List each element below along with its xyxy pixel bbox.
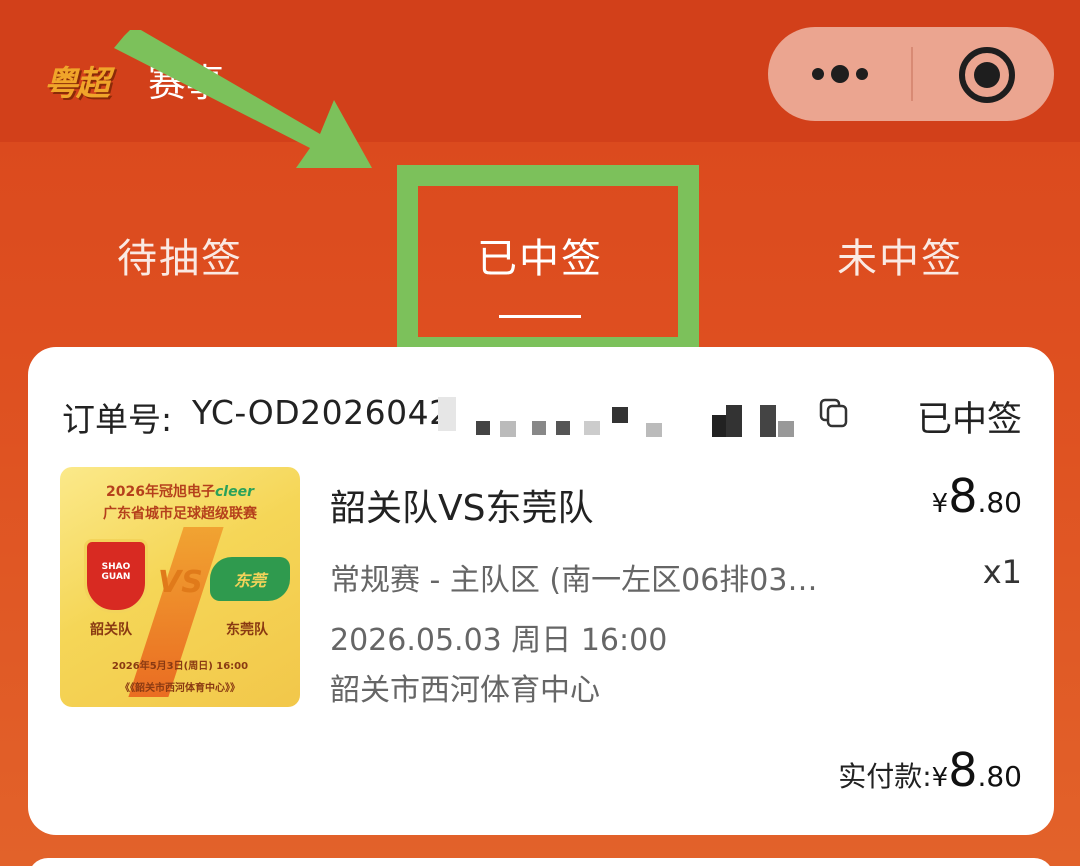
away-team-badge-text: 东莞 — [234, 571, 267, 590]
paid-amount: 实付款:¥8.80 — [728, 743, 1022, 797]
match-poster[interactable]: 2026年冠旭电子cleer 广东省城市足球超级联赛 SHAO GUAN VS … — [60, 467, 300, 707]
poster-title-line2: 广东省城市足球超级联赛 — [103, 506, 257, 522]
poster-brand: cleer — [214, 484, 254, 500]
match-venue: 韶关市西河体育中心 — [330, 673, 600, 708]
order-status: 已中签 — [916, 400, 1022, 440]
next-order-card[interactable] — [28, 858, 1054, 866]
tab-not-won[interactable]: 未中签 — [800, 226, 1000, 282]
paid-currency: ¥ — [931, 763, 949, 793]
home-team-badge: SHAO GUAN — [84, 539, 148, 613]
price-currency: ¥ — [931, 489, 949, 519]
ticket-price: ¥8.80 — [888, 469, 1022, 523]
ticket-quantity: x1 — [982, 553, 1022, 591]
arrow-shape — [114, 30, 372, 168]
poster-home-team: 韶关队 — [90, 622, 132, 638]
league-logo: 粤超 — [44, 64, 110, 104]
price-decimal: .80 — [977, 486, 1022, 519]
tab-pending-draw[interactable]: 待抽签 — [80, 226, 280, 282]
poster-title-line1: 2026年冠旭电子cleer — [106, 484, 254, 500]
match-title: 韶关队VS东莞队 — [330, 488, 594, 529]
price-integer: 8 — [948, 469, 978, 523]
copy-icon[interactable] — [818, 397, 850, 429]
more-button[interactable] — [768, 27, 911, 121]
redacted-order-number — [438, 397, 798, 441]
away-team-badge: 东莞 — [210, 557, 290, 601]
home-team-badge-text: SHAO GUAN — [101, 562, 131, 582]
seat-info: 常规赛 - 主队区 (南一左区06排03… — [330, 563, 818, 598]
poster-venue: 《《韶关市西河体育中心》》 — [120, 683, 240, 694]
order-number: YC-OD2026042 — [192, 393, 451, 432]
order-number-label: 订单号: — [62, 400, 173, 439]
poster-away-team: 东莞队 — [226, 622, 268, 638]
poster-vs: VS — [158, 565, 203, 600]
match-time: 2026.05.03 周日 16:00 — [330, 623, 668, 658]
order-card[interactable]: 订单号: YC-OD2026042 已中签 2026年冠旭电子cleer 广东省… — [28, 347, 1054, 835]
paid-decimal: .80 — [977, 760, 1022, 793]
paid-label: 实付款: — [838, 760, 932, 793]
paid-integer: 8 — [948, 743, 978, 797]
annotation-arrow — [114, 30, 372, 168]
close-mini-program-button[interactable] — [913, 27, 1054, 121]
mini-program-capsule — [768, 27, 1054, 121]
poster-date: 2026年5月3日(周日) 16:00 — [111, 661, 249, 672]
annotation-highlight-box — [397, 165, 699, 358]
